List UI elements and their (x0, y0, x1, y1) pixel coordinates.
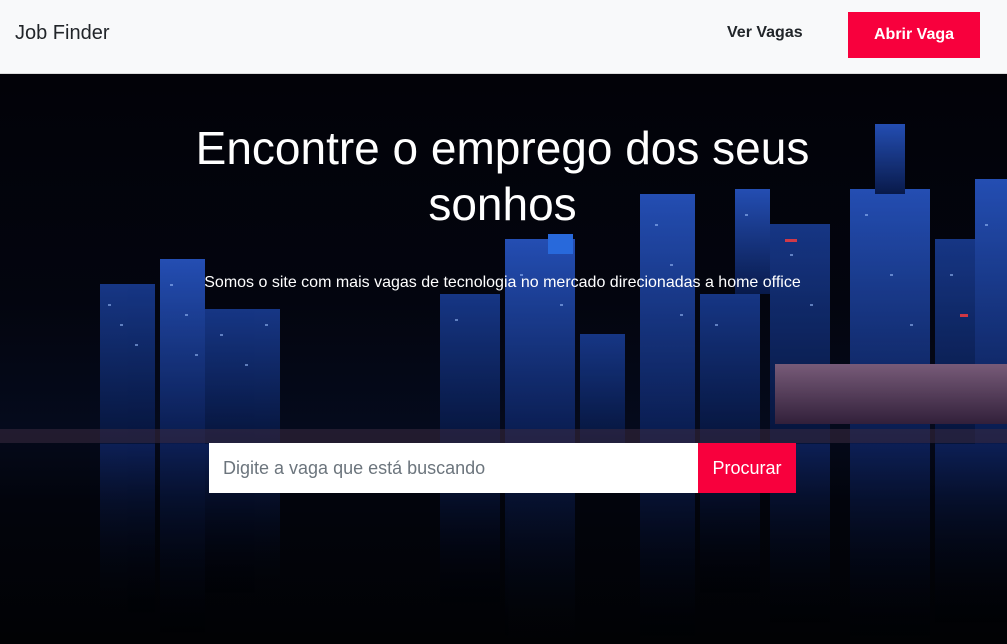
job-search-form: Procurar (209, 443, 796, 493)
navbar: Job Finder Ver Vagas Abrir Vaga (0, 0, 1007, 74)
hero-section: Encontre o emprego dos seus sonhos Somos… (0, 74, 1007, 644)
hero-subtitle: Somos o site com mais vagas de tecnologi… (204, 274, 801, 291)
abrir-vaga-button[interactable]: Abrir Vaga (848, 12, 980, 58)
brand-logo[interactable]: Job Finder (15, 22, 110, 45)
nav-link-ver-vagas[interactable]: Ver Vagas (727, 24, 803, 42)
search-button[interactable]: Procurar (698, 443, 796, 493)
job-search-input[interactable] (209, 443, 698, 493)
hero-title: Encontre o emprego dos seus sonhos (195, 122, 810, 230)
